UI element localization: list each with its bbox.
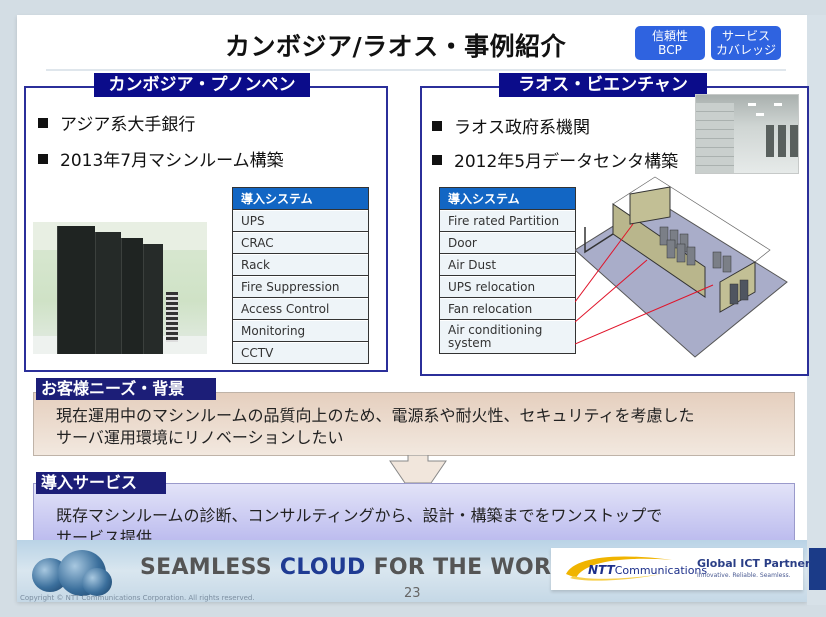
table-row: Rack xyxy=(233,254,368,275)
bullet-text: ラオス政府系機関 xyxy=(454,118,590,138)
bullet-text: 2013年7月マシンルーム構築 xyxy=(60,151,284,171)
slogan-highlight: CLOUD xyxy=(279,555,366,580)
bullet-text: 2012年5月データセンタ構築 xyxy=(454,152,679,172)
square-bullet-icon xyxy=(432,154,442,165)
ceiling-light xyxy=(756,113,764,116)
rack xyxy=(766,125,774,157)
brand-ntt: NTT xyxy=(588,563,615,577)
table-row: CRAC xyxy=(233,232,368,253)
rack xyxy=(778,125,786,157)
rack xyxy=(121,238,143,354)
system-table-laos: 導入システム Fire rated Partition Door Air Dus… xyxy=(439,187,576,354)
system-table-cambodia: 導入システム UPS CRAC Rack Fire Suppression Ac… xyxy=(232,187,369,364)
table-row: UPS xyxy=(233,210,368,231)
table-row: Door xyxy=(440,232,575,253)
photo-wall xyxy=(696,103,734,173)
panel-label-cambodia: カンボジア・プノンペン xyxy=(94,73,310,97)
bullet-item: アジア系大手銀行 xyxy=(38,110,195,135)
ceiling-light xyxy=(748,103,756,106)
table-header: 導入システム xyxy=(233,188,368,209)
partner-subtagline: Innovative. Reliable. Seamless. xyxy=(697,572,791,579)
service-line: 既存マシンルームの診断、コンサルティングから、設計・構築までをワンストップで xyxy=(56,506,663,525)
page-title: カンボジア/ラオス・事例紹介 xyxy=(225,32,567,61)
needs-line: サーバ運用環境にリノベーションしたい xyxy=(56,428,344,447)
table-row: Air Dust xyxy=(440,254,575,275)
brand-accent-bar xyxy=(809,548,826,590)
table-header: 導入システム xyxy=(440,188,575,209)
needs-label: お客様ニーズ・背景 xyxy=(36,378,216,400)
slogan-part: SEAMLESS xyxy=(140,555,280,580)
side-strip xyxy=(807,15,826,605)
tag-line2: BCP xyxy=(658,43,682,57)
rack xyxy=(95,232,121,354)
rack xyxy=(143,244,163,354)
partition-wall xyxy=(629,186,671,225)
table-row: CCTV xyxy=(233,342,368,363)
table-row: Air conditioning system xyxy=(440,320,575,353)
brand-comm: Communications xyxy=(614,564,708,577)
bullet-text: アジア系大手銀行 xyxy=(60,115,196,135)
partner-tagline: Global ICT Partner xyxy=(697,557,811,570)
table-row: Fire Suppression xyxy=(233,276,368,297)
datacenter-photo xyxy=(695,94,799,174)
needs-text: 現在運用中のマシンルームの品質向上のため、電源系や耐火性、セキュリティを考慮した… xyxy=(56,405,796,449)
ntt-brand: NTTCommunications xyxy=(588,563,707,577)
page-number: 23 xyxy=(404,586,421,601)
equipment-unit xyxy=(166,292,178,342)
tag-line1: サービス xyxy=(721,29,770,43)
square-bullet-icon xyxy=(38,117,48,128)
rack xyxy=(790,125,798,157)
tag-reliability-bcp: 信頼性 BCP xyxy=(635,26,705,60)
rack xyxy=(57,226,95,354)
bullet-item: 2012年5月データセンタ構築 xyxy=(432,147,678,172)
table-row: Monitoring xyxy=(233,320,368,341)
panel-label-laos: ラオス・ビエンチャン xyxy=(499,73,707,97)
table-row: Fan relocation xyxy=(440,298,575,319)
table-row: Access Control xyxy=(233,298,368,319)
tag-line2: カバレッジ xyxy=(715,43,776,57)
table-row: Fire rated Partition xyxy=(440,210,575,231)
title-divider xyxy=(46,69,786,71)
bullet-item: ラオス政府系機関 xyxy=(432,113,590,138)
needs-line: 現在運用中のマシンルームの品質向上のため、電源系や耐火性、セキュリティを考慮した xyxy=(56,406,695,425)
square-bullet-icon xyxy=(432,120,442,131)
server-rack-photo xyxy=(33,222,207,354)
down-arrow-icon xyxy=(389,455,447,484)
bullet-item: 2013年7月マシンルーム構築 xyxy=(38,146,284,171)
service-label: 導入サービス xyxy=(36,472,166,494)
tag-service-coverage: サービス カバレッジ xyxy=(711,26,781,60)
footer-slogan: SEAMLESS CLOUD FOR THE WORLD xyxy=(140,555,584,580)
globe-icon xyxy=(82,568,112,596)
table-row: UPS relocation xyxy=(440,276,575,297)
copyright-text: Copyright © NTT Communications Corporati… xyxy=(20,594,255,602)
tag-line1: 信頼性 xyxy=(651,29,688,43)
square-bullet-icon xyxy=(38,153,48,164)
isometric-room-diagram xyxy=(575,176,788,358)
ceiling-light xyxy=(774,103,782,106)
